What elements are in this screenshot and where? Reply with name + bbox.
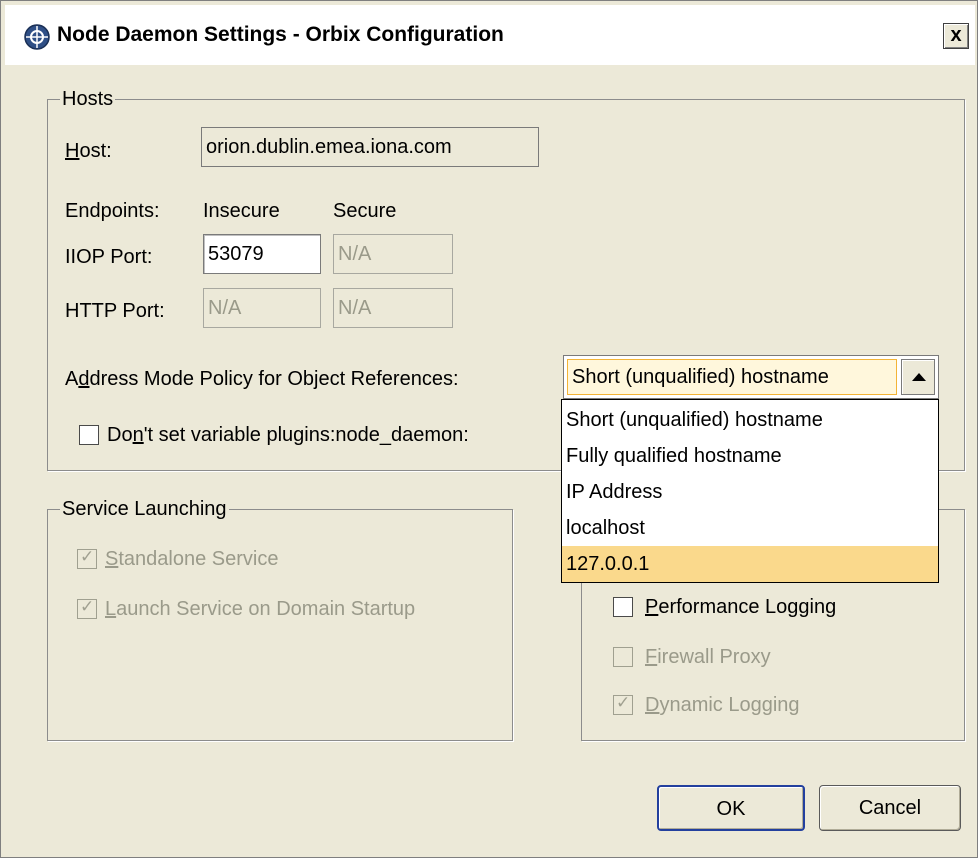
hosts-group-title: Hosts [60,88,116,110]
service-launching-group: Service Launching [47,498,513,741]
dropdown-option-short-hostname[interactable]: Short (unqualified) hostname [562,402,938,438]
host-field: orion.dublin.emea.iona.com [201,127,539,167]
service-launching-group-title: Service Launching [60,498,229,520]
performance-logging-checkbox[interactable] [613,597,633,617]
standalone-service-label: Standalone Service [105,548,279,570]
iiop-insecure-port-input[interactable]: 53079 [203,234,321,274]
address-mode-label: Address Mode Policy for Object Reference… [65,368,459,390]
http-port-label: HTTP Port: [65,300,165,322]
address-mode-dropdown-list[interactable]: Short (unqualified) hostname Fully quali… [561,399,939,583]
insecure-column-label: Insecure [203,200,280,222]
http-insecure-port-input: N/A [203,288,321,328]
iiop-secure-port-input: N/A [333,234,453,274]
dont-set-variable-checkbox[interactable] [79,425,99,445]
http-secure-port-input: N/A [333,288,453,328]
check-icon: ✓ [616,693,631,712]
address-mode-selected-value[interactable]: Short (unqualified) hostname [567,359,897,395]
launch-on-startup-label: Launch Service on Domain Startup [105,598,416,620]
dropdown-option-fqdn[interactable]: Fully qualified hostname [562,438,938,474]
dropdown-option-localhost[interactable]: localhost [562,510,938,546]
chevron-up-icon[interactable] [901,359,935,395]
dropdown-option-loopback[interactable]: 127.0.0.1 [562,546,938,582]
close-button[interactable]: x [943,23,969,49]
iiop-insecure-port-value: 53079 [208,243,264,265]
secure-column-label: Secure [333,200,397,222]
ok-button[interactable]: OK [657,785,805,831]
check-icon: ✓ [80,547,95,566]
close-icon: x [950,24,962,46]
firewall-proxy-checkbox[interactable] [613,647,633,667]
window-title: Node Daemon Settings - Orbix Configurati… [57,23,504,46]
dropdown-option-ip-address[interactable]: IP Address [562,474,938,510]
launch-on-startup-checkbox[interactable]: ✓ [77,597,97,619]
http-insecure-port-value: N/A [208,297,242,319]
host-field-value: orion.dublin.emea.iona.com [206,136,452,158]
dynamic-logging-label: Dynamic Logging [645,694,800,716]
performance-logging-label: Performance Logging [645,596,837,618]
firewall-proxy-label: Firewall Proxy [645,646,771,668]
dont-set-variable-label: Don't set variable plugins:node_daemon: [107,424,469,446]
iiop-port-label: IIOP Port: [65,246,153,268]
dynamic-logging-checkbox[interactable]: ✓ [613,693,633,715]
cancel-button[interactable]: Cancel [819,785,961,831]
http-secure-port-value: N/A [338,297,372,319]
host-label: Host: [65,140,112,162]
iiop-secure-port-value: N/A [338,243,372,265]
orbix-app-icon [24,24,50,50]
endpoints-label: Endpoints: [65,200,160,222]
dialog-window: Node Daemon Settings - Orbix Configurati… [0,0,978,858]
check-icon: ✓ [80,597,95,616]
standalone-service-checkbox[interactable]: ✓ [77,547,97,569]
title-bar[interactable]: Node Daemon Settings - Orbix Configurati… [5,5,975,65]
address-mode-combobox[interactable]: Short (unqualified) hostname [563,355,939,399]
